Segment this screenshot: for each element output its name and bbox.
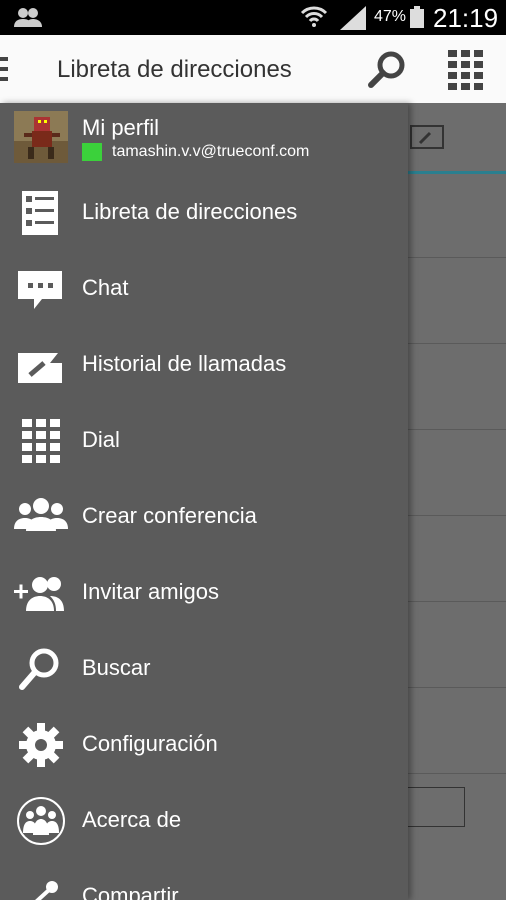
menu-item-label: Libreta de direcciones bbox=[82, 199, 298, 224]
content-behind-drawer bbox=[408, 103, 506, 900]
menu-item-address-book[interactable]: Libreta de direcciones bbox=[0, 175, 408, 251]
dial-grid-icon bbox=[14, 417, 68, 465]
menu-item-invite-friends[interactable]: Invitar amigos bbox=[0, 555, 408, 631]
profile-email: tamashin.v.v@trueconf.com bbox=[112, 143, 310, 160]
divider bbox=[408, 429, 506, 430]
search-icon bbox=[14, 645, 68, 693]
battery-percent: 47% bbox=[374, 8, 407, 25]
menu-item-chat[interactable]: Chat bbox=[0, 251, 408, 327]
divider bbox=[408, 601, 506, 602]
invite-friends-icon bbox=[14, 569, 68, 617]
call-history-icon bbox=[410, 125, 446, 149]
status-bar: 47% 21:19 bbox=[0, 0, 506, 35]
search-icon[interactable] bbox=[366, 49, 408, 91]
battery-icon bbox=[410, 6, 424, 28]
menu-item-about[interactable]: Acerca de bbox=[0, 783, 408, 859]
menu-item-label: Chat bbox=[82, 275, 129, 300]
menu-item-create-conference[interactable]: Crear conferencia bbox=[0, 479, 408, 555]
navigation-drawer: Mi perfil tamashin.v.v@trueconf.com Libr… bbox=[0, 103, 408, 900]
online-status-badge bbox=[82, 143, 102, 161]
clock: 21:19 bbox=[433, 3, 499, 33]
divider bbox=[408, 687, 506, 688]
menu-item-label: Crear conferencia bbox=[82, 503, 257, 528]
tab-indicator bbox=[408, 171, 506, 174]
menu-item-label: Dial bbox=[82, 427, 120, 452]
menu-item-label: Historial de llamadas bbox=[82, 351, 287, 376]
menu-item-label: Configuración bbox=[82, 731, 218, 756]
divider bbox=[408, 343, 506, 344]
chat-icon bbox=[14, 265, 68, 313]
about-icon bbox=[14, 797, 68, 845]
contacts-notification-icon bbox=[14, 7, 42, 27]
profile-name: Mi perfil bbox=[82, 115, 160, 140]
menu-item-label: Acerca de bbox=[82, 807, 182, 832]
divider bbox=[408, 515, 506, 516]
menu-item-label: Compartir bbox=[82, 883, 179, 900]
group-icon bbox=[14, 493, 68, 541]
menu-item-label: Invitar amigos bbox=[82, 579, 219, 604]
share-icon bbox=[14, 873, 68, 900]
profile-row[interactable]: Mi perfil tamashin.v.v@trueconf.com bbox=[0, 103, 408, 175]
menu-item-search[interactable]: Buscar bbox=[0, 631, 408, 707]
avatar bbox=[14, 111, 68, 163]
menu-item-label: Buscar bbox=[82, 655, 151, 680]
page-title: Libreta de direcciones bbox=[57, 56, 292, 83]
wifi-icon bbox=[300, 5, 328, 29]
divider bbox=[408, 257, 506, 258]
dial-grid-icon[interactable] bbox=[448, 50, 484, 90]
action-bar: Libreta de direcciones bbox=[0, 35, 506, 104]
menu-item-settings[interactable]: Configuración bbox=[0, 707, 408, 783]
menu-icon[interactable] bbox=[0, 55, 10, 83]
call-history-icon bbox=[14, 341, 68, 389]
menu-item-share[interactable]: Compartir bbox=[0, 859, 408, 900]
input-box bbox=[408, 787, 465, 827]
divider bbox=[408, 773, 506, 774]
signal-icon bbox=[340, 6, 366, 30]
menu-item-dial[interactable]: Dial bbox=[0, 403, 408, 479]
menu-item-call-history[interactable]: Historial de llamadas bbox=[0, 327, 408, 403]
address-book-icon bbox=[14, 189, 68, 237]
gear-icon bbox=[14, 721, 68, 769]
